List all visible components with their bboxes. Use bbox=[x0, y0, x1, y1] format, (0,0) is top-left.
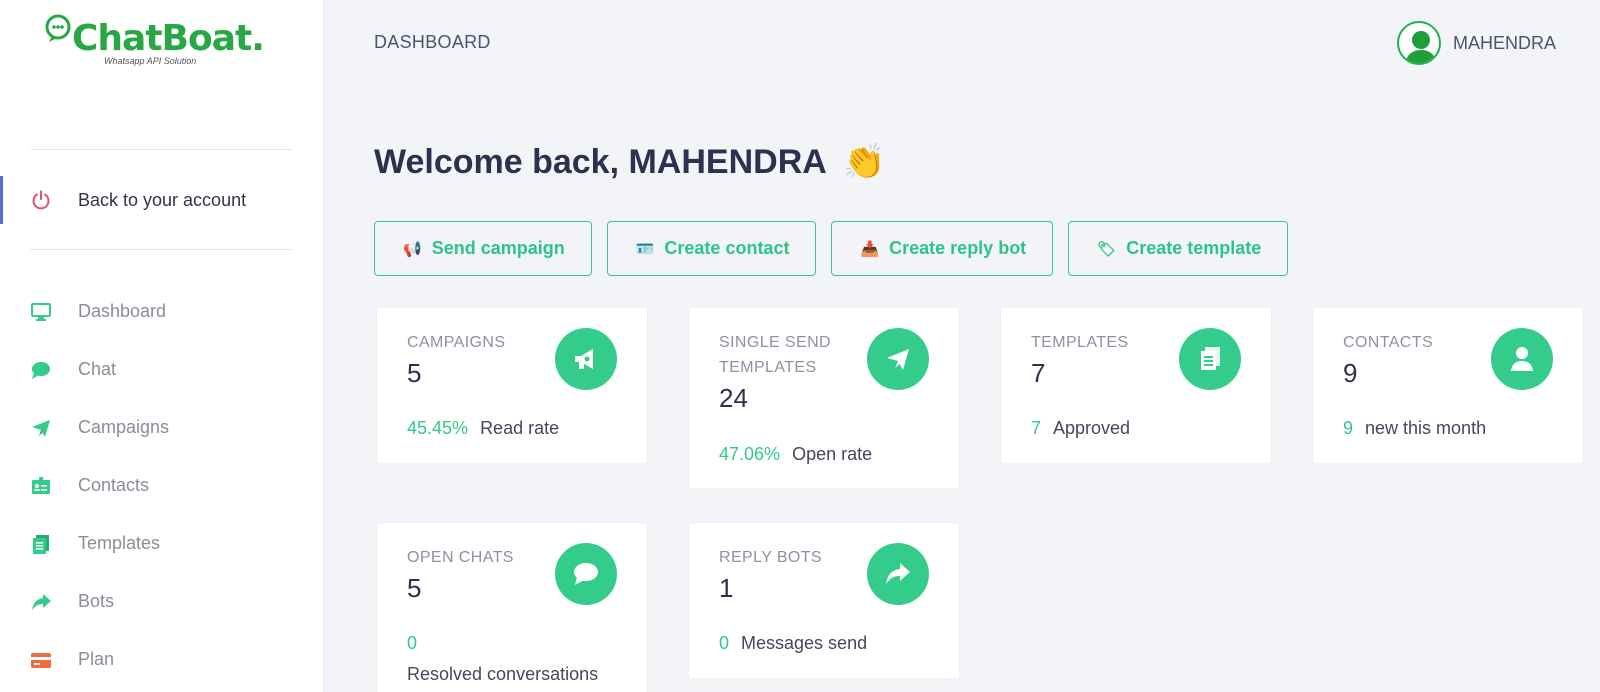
brand-tagline: Whatsapp API Solution bbox=[104, 56, 197, 66]
sidebar-item-chat[interactable]: Chat bbox=[0, 349, 324, 389]
sidebar-item-label: Contacts bbox=[78, 475, 150, 495]
user-menu[interactable]: MAHENDRA bbox=[1396, 21, 1556, 65]
credit-card-icon bbox=[31, 653, 51, 668]
stat-label: Resolved conversations bbox=[407, 664, 599, 684]
button-label: Create contact bbox=[664, 238, 790, 258]
card-title: REPLY BOTS bbox=[719, 549, 822, 566]
create-reply-bot-button[interactable]: 📥 Create reply bot bbox=[831, 221, 1054, 276]
back-to-account-link[interactable]: Back to your account bbox=[0, 176, 324, 224]
stat-value: 0 bbox=[407, 633, 418, 653]
card-stat: 7 Approved bbox=[1031, 418, 1130, 439]
power-icon bbox=[32, 190, 50, 210]
sidebar-item-campaigns[interactable]: Campaigns bbox=[0, 407, 324, 447]
page-title: DASHBOARD bbox=[374, 32, 491, 52]
stat-value: 47.06% bbox=[719, 444, 781, 464]
stat-value: 0 bbox=[719, 633, 730, 653]
share-arrow-icon bbox=[32, 594, 51, 610]
stat-label: Open rate bbox=[792, 444, 873, 464]
card-title: CAMPAIGNS bbox=[407, 334, 506, 351]
card-count: 1 bbox=[719, 573, 734, 603]
chat-bubble-icon bbox=[32, 362, 50, 379]
avatar[interactable] bbox=[1396, 21, 1441, 65]
stat-label: new this month bbox=[1365, 418, 1487, 438]
id-card-icon bbox=[32, 477, 50, 494]
sidebar-item-dashboard[interactable]: Dashboard bbox=[0, 291, 324, 331]
stat-value: 45.45% bbox=[407, 418, 469, 438]
single-send-templates-card[interactable]: SINGLE SEND TEMPLATES 24 47.06% Open rate bbox=[688, 307, 960, 489]
active-indicator bbox=[0, 176, 3, 224]
stat-label: Approved bbox=[1053, 418, 1131, 438]
label-tag-icon: 🏷 bbox=[1097, 240, 1117, 258]
card-count: 9 bbox=[1343, 358, 1358, 388]
card-title: TEMPLATES bbox=[1031, 334, 1129, 351]
clapping-hands-icon: 👏 bbox=[843, 143, 886, 181]
user-silhouette-icon bbox=[1404, 31, 1438, 63]
inbox-tray-icon: 📥 bbox=[860, 240, 880, 258]
stat-label: Messages send bbox=[741, 633, 868, 653]
card-stat: 9 new this month bbox=[1343, 418, 1486, 439]
monitor-icon bbox=[31, 303, 51, 321]
sidebar-item-label: Bots bbox=[78, 591, 115, 611]
card-title: CONTACTS bbox=[1343, 334, 1434, 351]
reply-bots-card[interactable]: REPLY BOTS 1 0 Messages send bbox=[688, 522, 960, 679]
main-content: DASHBOARD MAHENDRA Welcome back, MAHENDR… bbox=[324, 0, 1600, 692]
megaphone-icon: 📢 bbox=[403, 240, 422, 258]
card-count: 7 bbox=[1031, 358, 1046, 388]
card-stat: 47.06% Open rate bbox=[719, 444, 872, 465]
welcome-heading: Welcome back, MAHENDRA 👏 bbox=[374, 142, 885, 182]
create-template-button[interactable]: 🏷 Create template bbox=[1068, 221, 1289, 276]
sidebar-divider bbox=[30, 249, 292, 250]
create-contact-button[interactable]: 🪪 Create contact bbox=[606, 221, 817, 276]
document-icon bbox=[33, 535, 49, 554]
sidebar-divider bbox=[30, 149, 292, 150]
share-arrow-icon bbox=[867, 543, 929, 605]
card-stat: 0 bbox=[407, 633, 429, 654]
back-to-account-label: Back to your account bbox=[78, 190, 247, 210]
campaigns-card[interactable]: CAMPAIGNS 5 45.45% Read rate bbox=[376, 307, 648, 464]
templates-card[interactable]: TEMPLATES 7 7 Approved bbox=[1000, 307, 1272, 464]
sidebar-item-label: Templates bbox=[78, 533, 161, 553]
sidebar-item-label: Dashboard bbox=[78, 301, 167, 321]
contacts-card[interactable]: CONTACTS 9 9 new this month bbox=[1312, 307, 1584, 464]
user-icon bbox=[1491, 328, 1553, 390]
sidebar-item-label: Campaigns bbox=[78, 417, 170, 437]
card-count: 5 bbox=[407, 358, 422, 388]
button-label: Create template bbox=[1126, 238, 1262, 258]
card-title: SINGLE SEND TEMPLATES bbox=[719, 334, 831, 376]
button-label: Send campaign bbox=[431, 238, 565, 258]
open-chats-card[interactable]: OPEN CHATS 5 0 Resolved conversations bbox=[376, 522, 648, 692]
sidebar-item-label: Chat bbox=[78, 359, 117, 379]
card-count: 5 bbox=[407, 573, 422, 603]
paper-plane-icon bbox=[867, 328, 929, 390]
user-name[interactable]: MAHENDRA bbox=[1453, 33, 1556, 54]
sidebar: ChatBoat. Whatsapp API Solution Back to … bbox=[0, 0, 324, 692]
paper-plane-icon bbox=[32, 420, 50, 437]
sidebar-item-plan[interactable]: Plan bbox=[0, 639, 324, 679]
id-card-icon: 🪪 bbox=[635, 240, 655, 258]
card-title: OPEN CHATS bbox=[407, 549, 514, 566]
welcome-text: Welcome back, MAHENDRA bbox=[374, 143, 826, 181]
stat-value: 7 bbox=[1031, 418, 1042, 438]
button-label: Create reply bot bbox=[889, 238, 1027, 258]
stat-value: 9 bbox=[1343, 418, 1354, 438]
stat-label: Read rate bbox=[480, 418, 560, 438]
card-stat: 0 Messages send bbox=[719, 633, 867, 654]
megaphone-icon bbox=[555, 328, 617, 390]
brand-name: ChatBoat. bbox=[72, 18, 265, 59]
quick-actions: 📢 Send campaign 🪪 Create contact 📥 Creat… bbox=[374, 221, 1289, 276]
card-stat: 45.45% Read rate bbox=[407, 418, 559, 439]
card-count: 24 bbox=[719, 383, 748, 413]
sidebar-item-label: Plan bbox=[78, 649, 115, 669]
sidebar-item-templates[interactable]: Templates bbox=[0, 523, 324, 563]
send-campaign-button[interactable]: 📢 Send campaign bbox=[374, 221, 592, 276]
document-icon bbox=[1179, 328, 1241, 390]
sidebar-item-bots[interactable]: Bots bbox=[0, 581, 324, 621]
chat-bubble-icon bbox=[555, 543, 617, 605]
brand-logo[interactable]: ChatBoat. Whatsapp API Solution bbox=[44, 14, 284, 70]
chat-bubble-logo-icon bbox=[45, 14, 71, 42]
sidebar-item-contacts[interactable]: Contacts bbox=[0, 465, 324, 505]
